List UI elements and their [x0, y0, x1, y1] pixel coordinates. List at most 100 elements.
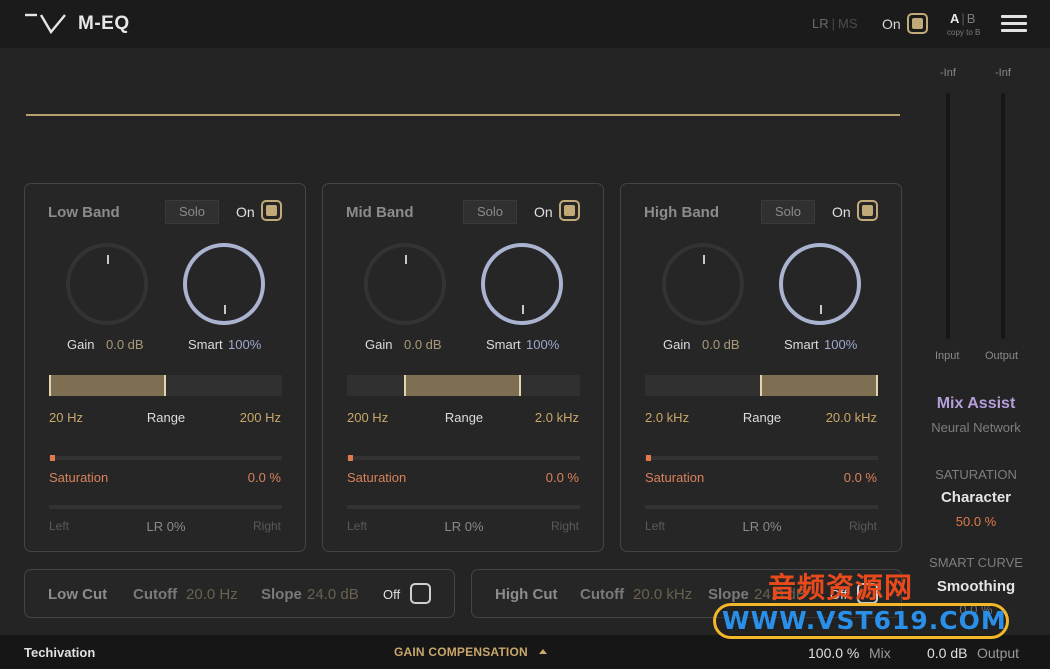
gain-value[interactable]: 0.0 dB: [404, 337, 442, 352]
gain-value[interactable]: 0.0 dB: [702, 337, 740, 352]
app-title: M-EQ: [78, 13, 130, 34]
lr-right-label: Right: [848, 519, 877, 533]
copy-to-button[interactable]: copy to B: [947, 28, 980, 37]
saturation-slider[interactable]: [347, 456, 580, 460]
lr-mode[interactable]: LR: [812, 16, 829, 31]
smart-label: Smart: [486, 337, 521, 352]
range-slider[interactable]: [49, 375, 282, 396]
solo-button[interactable]: Solo: [463, 200, 517, 224]
solo-button[interactable]: Solo: [165, 200, 219, 224]
input-meter-label: Input: [935, 350, 960, 362]
slope-value[interactable]: 24.0 dB: [307, 586, 359, 603]
global-on-checkbox[interactable]: [907, 13, 928, 34]
band-on-checkbox[interactable]: [261, 200, 282, 221]
cutoff-label: Cutoff: [133, 586, 178, 603]
range-slider-fill[interactable]: [49, 375, 166, 396]
gain-knob[interactable]: [66, 243, 148, 325]
character-label: Character: [940, 489, 1012, 506]
neural-network-label: Neural Network: [931, 420, 1021, 435]
band-on-label: On: [534, 204, 553, 220]
cutoff-value[interactable]: 20.0 kHz: [633, 586, 692, 603]
lr-balance-slider[interactable]: [347, 505, 580, 509]
low-cut-panel: Low Cut Cutoff 20.0 Hz Slope 24.0 dB Off: [24, 569, 455, 618]
gain-compensation-button[interactable]: GAIN COMPENSATION: [394, 645, 528, 659]
cut-enable-checkbox[interactable]: [410, 583, 431, 604]
band-title: Low Band: [48, 204, 120, 221]
cut-title: High Cut: [495, 586, 558, 603]
techivation-logo-icon: [25, 13, 66, 34]
lr-ms-toggle[interactable]: LR | MS: [812, 16, 858, 31]
preset-b[interactable]: B: [967, 11, 976, 26]
saturation-handle[interactable]: [646, 455, 651, 461]
saturation-value[interactable]: 0.0 %: [546, 470, 579, 485]
saturation-handle[interactable]: [348, 455, 353, 461]
band-title: Mid Band: [346, 204, 414, 221]
brand-label: Techivation: [24, 645, 96, 660]
slope-label: Slope: [708, 586, 749, 603]
range-slider[interactable]: [645, 375, 878, 396]
smart-value[interactable]: 100%: [228, 337, 261, 352]
input-peak: -Inf: [940, 67, 956, 79]
smoothing-label: Smoothing: [936, 578, 1016, 595]
gain-label: Gain: [365, 337, 393, 352]
cutoff-value[interactable]: 20.0 Hz: [186, 586, 238, 603]
character-value[interactable]: 50.0 %: [915, 514, 1037, 529]
solo-button[interactable]: Solo: [761, 200, 815, 224]
saturation-handle[interactable]: [50, 455, 55, 461]
ms-mode[interactable]: MS: [838, 16, 858, 31]
hamburger-menu-icon[interactable]: [1001, 15, 1027, 33]
output-gain-value[interactable]: 0.0 dB: [927, 645, 967, 661]
lr-balance-slider[interactable]: [49, 505, 282, 509]
smart-label: Smart: [784, 337, 819, 352]
gain-knob[interactable]: [364, 243, 446, 325]
global-on-label: On: [882, 16, 901, 32]
band-on-checkbox[interactable]: [559, 200, 580, 221]
range-high: 20.0 kHz: [825, 410, 877, 425]
lr-balance-slider[interactable]: [645, 505, 878, 509]
band-on-label: On: [236, 204, 255, 220]
gain-knob[interactable]: [662, 243, 744, 325]
smart-value[interactable]: 100%: [526, 337, 559, 352]
output-gain-label: Output: [977, 645, 1020, 661]
range-high: 200 Hz: [239, 410, 281, 425]
smart-knob[interactable]: [183, 243, 265, 325]
chevron-up-icon[interactable]: [539, 649, 547, 654]
bottom-bar: Techivation GAIN COMPENSATION 100.0 % Mi…: [0, 635, 1050, 669]
saturation-value[interactable]: 0.0 %: [844, 470, 877, 485]
smart-knob[interactable]: [779, 243, 861, 325]
mid-band-panel: Mid Band Solo On Gain 0.0 dB Smart 100% …: [322, 183, 604, 552]
gain-value[interactable]: 0.0 dB: [106, 337, 144, 352]
output-meter: [1001, 93, 1005, 339]
saturation-slider[interactable]: [49, 456, 282, 460]
saturation-value[interactable]: 0.0 %: [248, 470, 281, 485]
smart-curve-header: SMART CURVE: [929, 555, 1023, 570]
range-slider-fill[interactable]: [404, 375, 521, 396]
ab-compare[interactable]: A | B: [950, 11, 975, 26]
smart-value[interactable]: 100%: [824, 337, 857, 352]
mix-value[interactable]: 100.0 %: [808, 645, 859, 661]
output-meter-label: Output: [985, 350, 1019, 362]
preset-a[interactable]: A: [950, 11, 959, 26]
range-high: 2.0 kHz: [534, 410, 579, 425]
cut-title: Low Cut: [48, 586, 108, 603]
gain-label: Gain: [67, 337, 95, 352]
mix-assist-button[interactable]: Mix Assist: [915, 395, 1037, 413]
band-on-label: On: [832, 204, 851, 220]
watermark-text-cn: 音频资源网: [768, 571, 914, 604]
smart-label: Smart: [188, 337, 223, 352]
low-band-panel: Low Band Solo On Gain 0.0 dB Smart 100% …: [24, 183, 306, 552]
lr-right-label: Right: [252, 519, 281, 533]
range-slider-fill[interactable]: [760, 375, 878, 396]
gain-label: Gain: [663, 337, 691, 352]
band-title: High Band: [644, 204, 719, 221]
top-bar: M-EQ LR | MS On A | B copy to B: [0, 0, 1050, 48]
band-on-checkbox[interactable]: [857, 200, 878, 221]
eq-curve[interactable]: [26, 114, 900, 116]
slope-label: Slope: [261, 586, 302, 603]
cut-state-label: Off: [383, 587, 401, 602]
smart-knob[interactable]: [481, 243, 563, 325]
saturation-slider[interactable]: [645, 456, 878, 460]
input-meter: [946, 93, 950, 339]
range-slider[interactable]: [347, 375, 580, 396]
lr-right-label: Right: [550, 519, 579, 533]
